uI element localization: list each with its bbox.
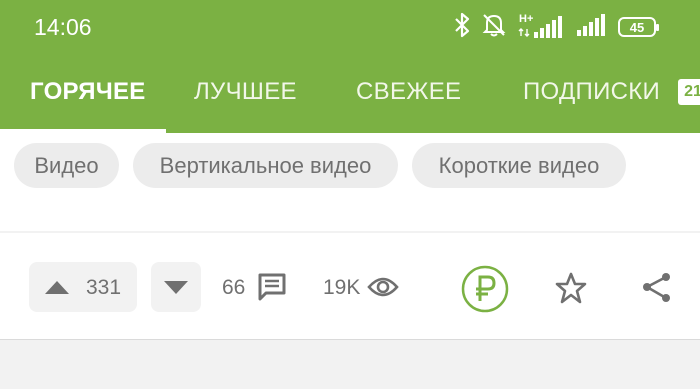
comments-count[interactable]: 66: [222, 276, 245, 300]
mobile-data-icon: H+: [518, 13, 564, 41]
post-actions-bar: 331 66 19K: [0, 233, 700, 340]
status-bar: 14:06 H+ 45: [0, 0, 700, 56]
tab-subscriptions[interactable]: ПОДПИСКИ: [523, 78, 660, 106]
battery-level: 45: [629, 19, 645, 35]
views-count: 19K: [323, 276, 361, 299]
star-icon[interactable]: [554, 271, 588, 305]
subscriptions-badge: 21: [678, 79, 700, 105]
ruble-icon[interactable]: [461, 265, 509, 313]
tag-chip[interactable]: Видео: [14, 143, 119, 188]
arrow-up-icon: [43, 275, 71, 299]
tag-chip[interactable]: Короткие видео: [412, 143, 626, 188]
eye-icon: [367, 275, 399, 299]
upvote-button[interactable]: 331: [29, 262, 137, 312]
status-time: 14:06: [34, 14, 92, 40]
tab-fresh[interactable]: СВЕЖЕЕ: [356, 78, 461, 106]
tab-hot[interactable]: ГОРЯЧЕЕ: [30, 78, 146, 106]
tag-chip[interactable]: Вертикальное видео: [133, 143, 398, 188]
share-icon[interactable]: [641, 271, 673, 303]
comment-icon[interactable]: [256, 271, 288, 303]
arrow-down-icon: [162, 275, 190, 299]
rating-count: 331: [86, 276, 122, 299]
signal-icon: [576, 12, 606, 43]
bell-off-icon: [482, 12, 506, 43]
feed-tabs: ГОРЯЧЕЕ ЛУЧШЕЕ СВЕЖЕЕ ПОДПИСКИ 21: [0, 56, 700, 133]
downvote-button[interactable]: [151, 262, 201, 312]
bluetooth-icon: [454, 12, 470, 43]
post-tags: Видео Вертикальное видео Короткие видео: [0, 133, 700, 231]
battery-icon: 45: [618, 17, 659, 37]
tab-best[interactable]: ЛУЧШЕЕ: [194, 78, 297, 106]
status-icons: H+ 45: [454, 12, 659, 43]
